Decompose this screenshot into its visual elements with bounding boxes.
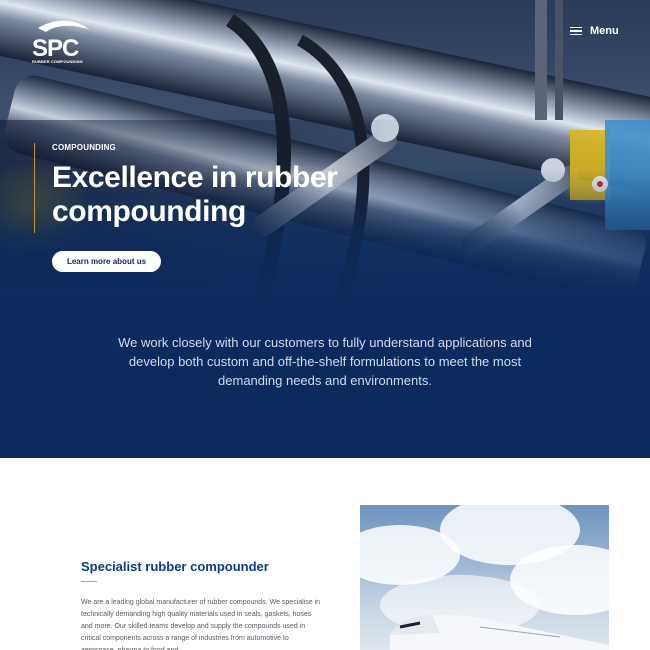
section-title-underline [81,581,97,582]
menu-icon [570,27,582,35]
menu-button[interactable]: Menu [570,24,619,38]
hero-accent-line [34,143,35,233]
section-title: Specialist rubber compounder [81,559,269,574]
hero-section: SPC RUBBER COMPOUNDING Menu COMPOUNDING … [0,0,650,458]
aircraft-image [360,505,609,650]
aircraft-illustration [390,615,609,650]
menu-label: Menu [590,25,619,37]
logo-text: SPC [32,35,79,58]
intro-text: We work closely with our customers to fu… [118,335,532,388]
hero-title: Excellence in rubber compounding [52,161,338,228]
learn-more-button[interactable]: Learn more about us [52,251,161,272]
spc-logo-mark: SPC [32,20,90,58]
spc-logo[interactable]: SPC RUBBER COMPOUNDING [32,20,92,64]
about-body-text: We are a leading global manufacturer of … [81,599,321,650]
hero-eyebrow: COMPOUNDING [52,143,116,152]
logo-subtext: RUBBER COMPOUNDING [32,59,83,64]
